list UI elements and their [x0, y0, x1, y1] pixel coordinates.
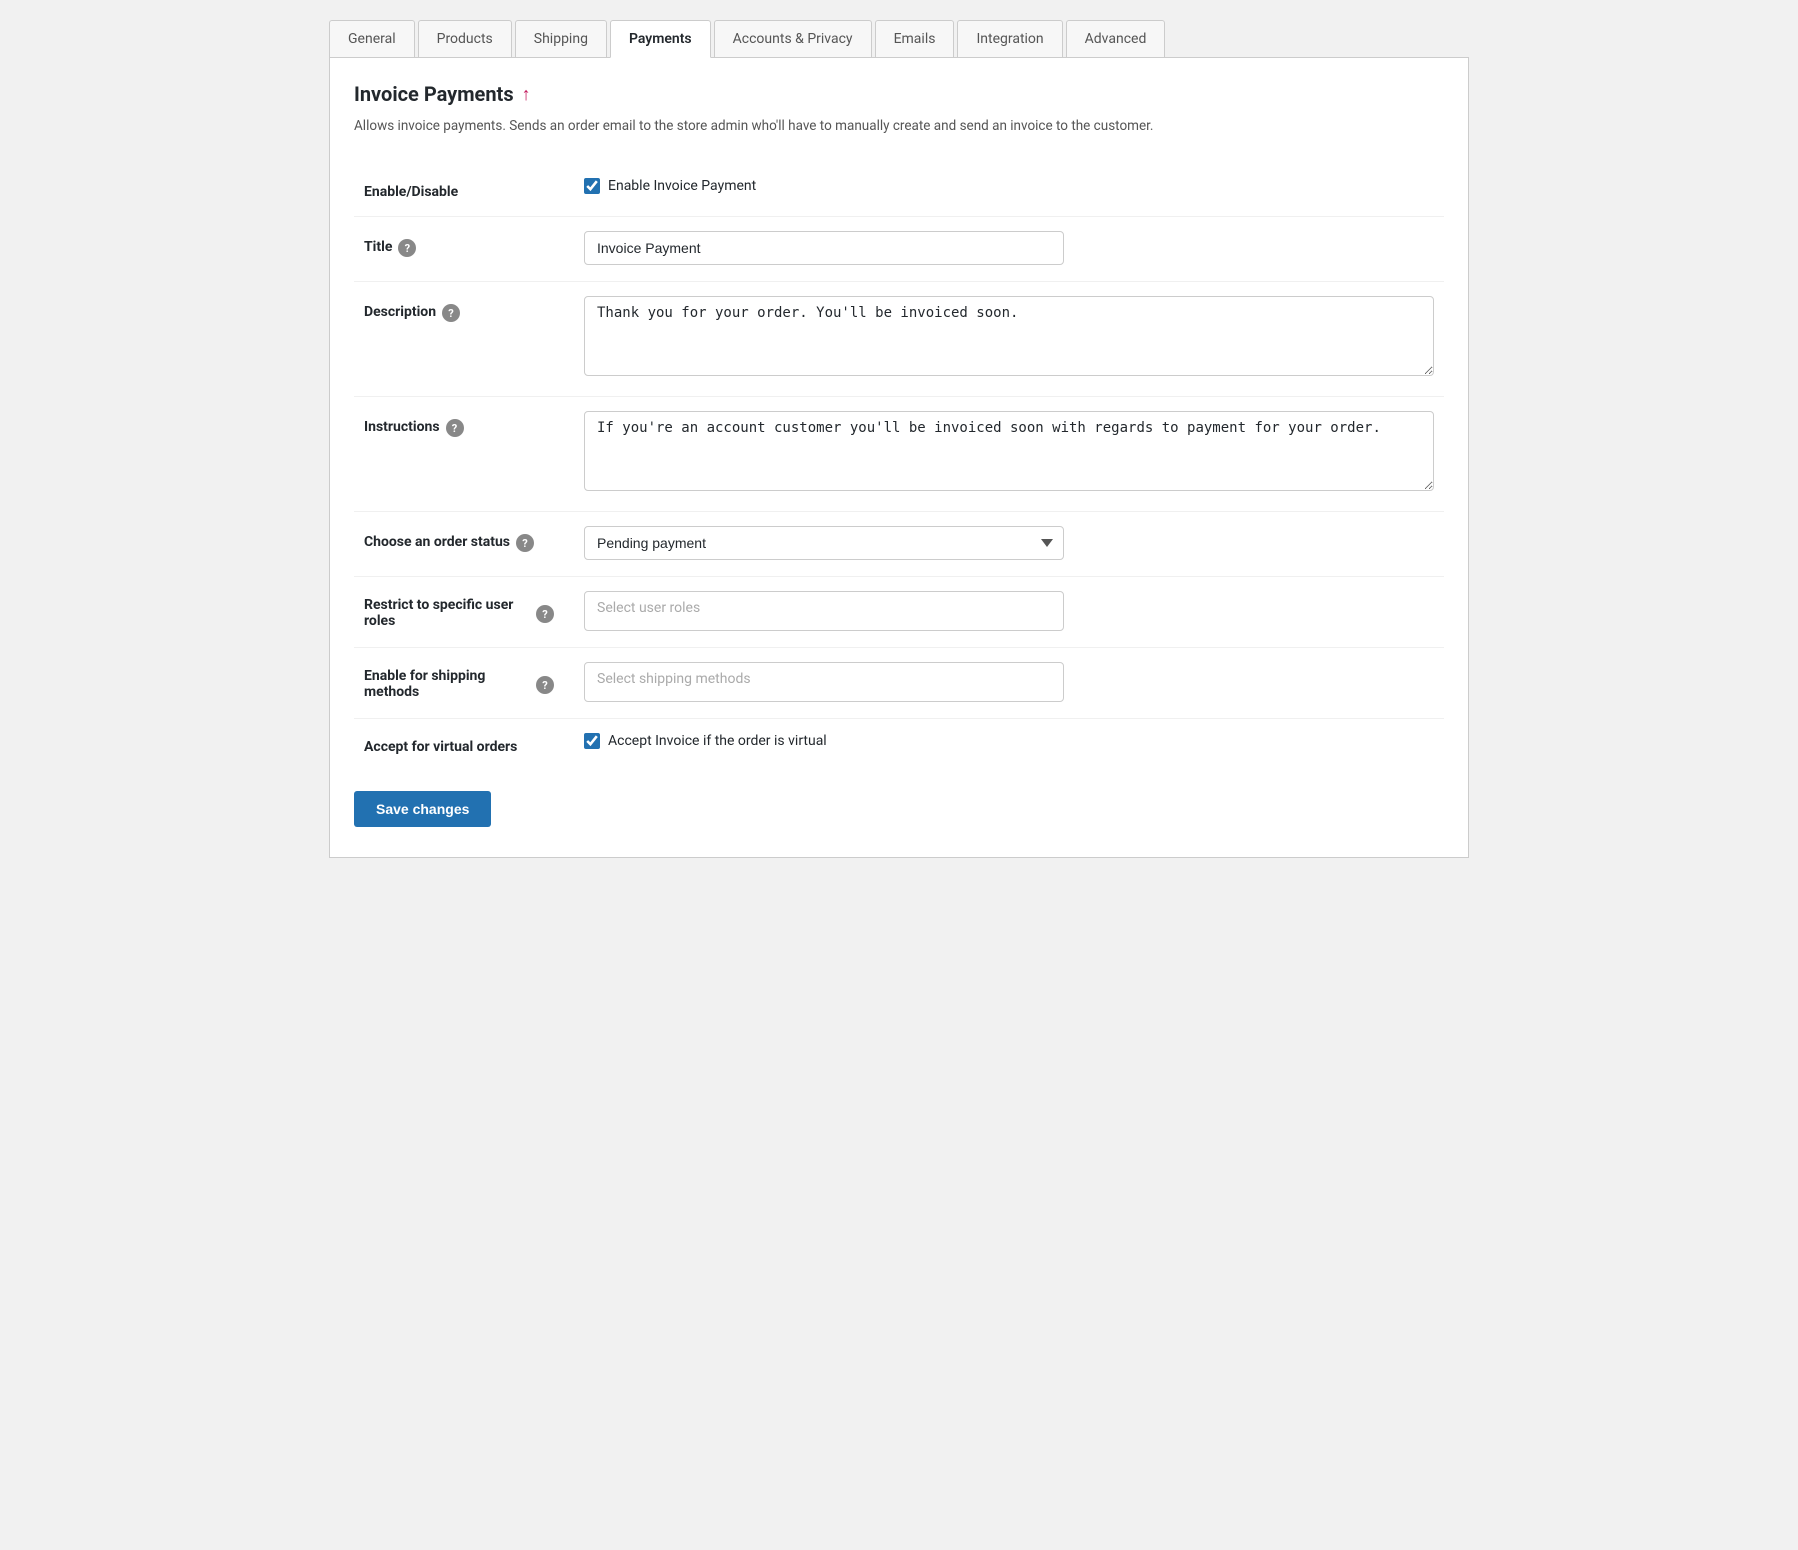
- virtual-orders-checkbox[interactable]: [584, 733, 600, 749]
- tab-general[interactable]: General: [329, 20, 418, 58]
- instructions-help-icon[interactable]: ?: [446, 419, 464, 437]
- order-status-help-icon[interactable]: ?: [516, 534, 534, 552]
- tab-accounts-privacy[interactable]: Accounts & Privacy: [714, 20, 875, 58]
- shipping-methods-input[interactable]: Select shipping methods: [584, 662, 1064, 702]
- description-label-group: Description ?: [364, 302, 554, 322]
- order-status-row: Choose an order status ? Pending payment…: [354, 512, 1444, 577]
- order-status-label: Choose an order status: [364, 534, 510, 550]
- title-label-group: Title ?: [364, 237, 554, 257]
- user-roles-input[interactable]: Select user roles: [584, 591, 1064, 631]
- page-subheading: Allows invoice payments. Sends an order …: [354, 116, 1444, 136]
- title-label: Title: [364, 239, 392, 255]
- tab-integration[interactable]: Integration: [957, 20, 1065, 58]
- tab-content: Invoice Payments Allows invoice payments…: [329, 58, 1469, 858]
- enable-invoice-checkbox-label: Enable Invoice Payment: [608, 178, 756, 194]
- virtual-orders-row: Accept for virtual orders Accept Invoice…: [354, 719, 1444, 772]
- shipping-methods-help-icon[interactable]: ?: [536, 676, 554, 694]
- description-textarea[interactable]: [584, 296, 1434, 376]
- user-roles-placeholder: Select user roles: [597, 600, 700, 616]
- instructions-label: Instructions: [364, 419, 440, 435]
- title-row: Title ?: [354, 217, 1444, 282]
- virtual-orders-label-group[interactable]: Accept Invoice if the order is virtual: [584, 733, 1434, 749]
- tab-advanced[interactable]: Advanced: [1066, 20, 1169, 58]
- user-roles-help-icon[interactable]: ?: [536, 605, 554, 623]
- tab-payments[interactable]: Payments: [610, 20, 714, 58]
- description-help-icon[interactable]: ?: [442, 304, 460, 322]
- page-heading: Invoice Payments: [354, 82, 1444, 106]
- description-row: Description ?: [354, 282, 1444, 397]
- shipping-methods-row: Enable for shipping methods ? Select shi…: [354, 648, 1444, 719]
- virtual-orders-checkbox-label: Accept Invoice if the order is virtual: [608, 733, 827, 749]
- heading-link[interactable]: [522, 84, 531, 105]
- description-label: Description: [364, 304, 436, 320]
- tab-emails[interactable]: Emails: [875, 20, 958, 58]
- order-status-select[interactable]: Pending payment Processing On hold Compl…: [584, 526, 1064, 560]
- shipping-methods-label-group: Enable for shipping methods ?: [364, 668, 554, 700]
- tab-shipping[interactable]: Shipping: [515, 20, 610, 58]
- enable-invoice-label[interactable]: Enable Invoice Payment: [584, 178, 1434, 194]
- instructions-label-group: Instructions ?: [364, 417, 554, 437]
- tab-products[interactable]: Products: [418, 20, 515, 58]
- page-title: Invoice Payments: [354, 82, 514, 106]
- order-status-label-group: Choose an order status ?: [364, 532, 554, 552]
- user-roles-row: Restrict to specific user roles ? Select…: [354, 577, 1444, 648]
- instructions-textarea[interactable]: [584, 411, 1434, 491]
- virtual-orders-label: Accept for virtual orders: [364, 739, 517, 755]
- title-help-icon[interactable]: ?: [398, 239, 416, 257]
- enable-disable-row: Enable/Disable Enable Invoice Payment: [354, 164, 1444, 217]
- user-roles-label-group: Restrict to specific user roles ?: [364, 597, 554, 629]
- title-input[interactable]: [584, 231, 1064, 265]
- shipping-methods-placeholder: Select shipping methods: [597, 671, 751, 687]
- enable-disable-label: Enable/Disable: [364, 184, 458, 200]
- arrow-up-icon: [522, 84, 531, 105]
- shipping-methods-label: Enable for shipping methods: [364, 668, 530, 700]
- user-roles-label: Restrict to specific user roles: [364, 597, 530, 629]
- save-button[interactable]: Save changes: [354, 791, 491, 827]
- settings-form: Enable/Disable Enable Invoice Payment Ti…: [354, 164, 1444, 771]
- instructions-row: Instructions ?: [354, 397, 1444, 512]
- nav-tabs: General Products Shipping Payments Accou…: [329, 20, 1469, 58]
- enable-invoice-checkbox[interactable]: [584, 178, 600, 194]
